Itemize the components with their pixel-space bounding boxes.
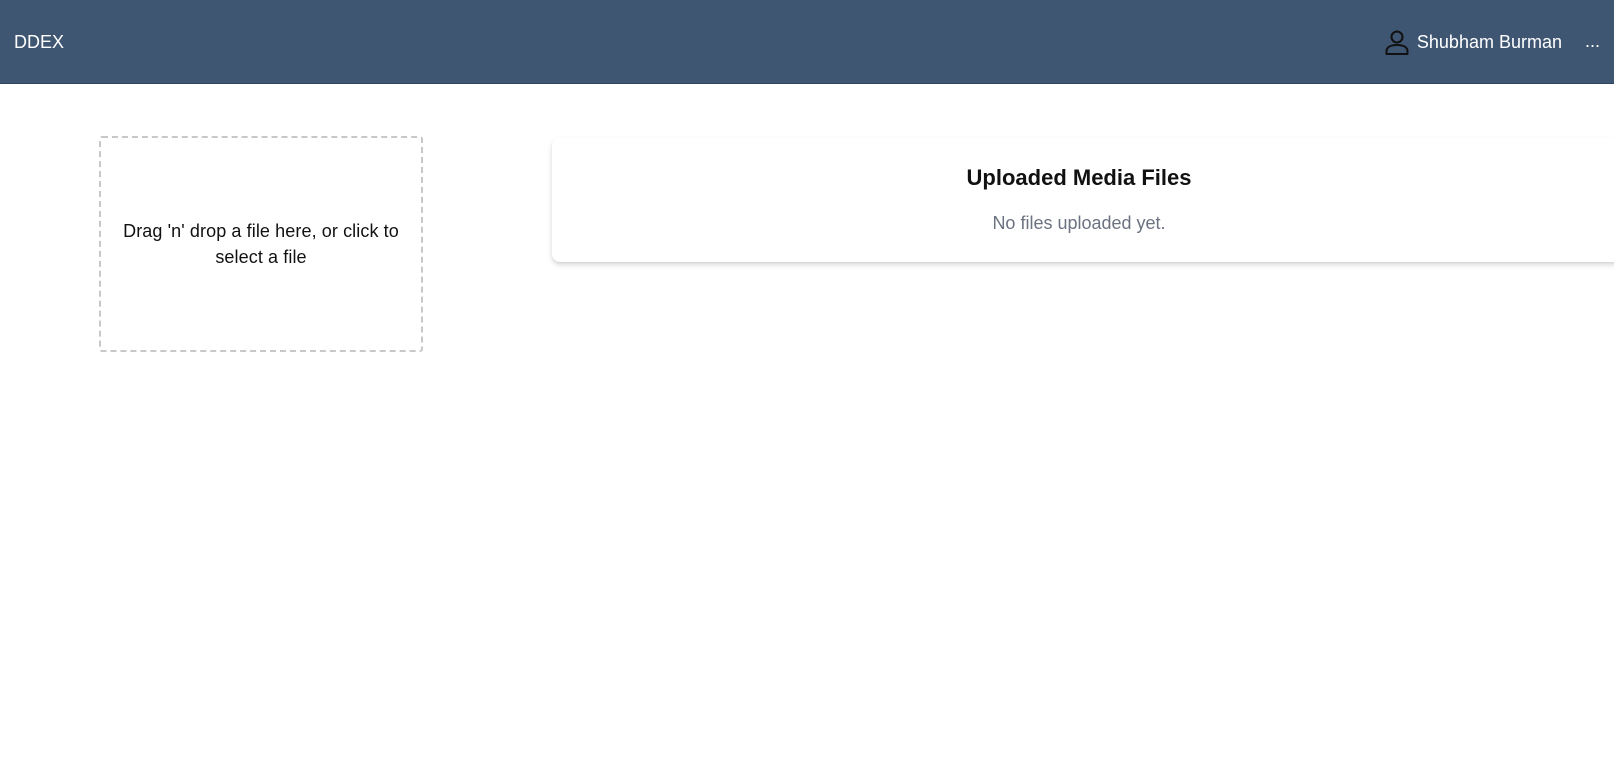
user-name: Shubham Burman [1416,32,1562,52]
app-brand[interactable]: DDEX [14,31,64,53]
file-dropzone[interactable]: Drag 'n' drop a file here, or click to s… [99,136,423,352]
top-navbar: DDEX Shubham Burman ... [0,0,1614,84]
uploaded-files-title: Uploaded Media Files [966,165,1192,190]
more-options-button[interactable]: ... [1585,30,1600,52]
dropzone-instructions: Drag 'n' drop a file here, or click to s… [123,221,399,267]
uploaded-files-card: Uploaded Media Files No files uploaded y… [552,138,1614,262]
empty-files-message: No files uploaded yet. [992,213,1166,233]
user-icon [1385,30,1409,55]
user-profile-button[interactable]: Shubham Burman [1383,28,1562,56]
